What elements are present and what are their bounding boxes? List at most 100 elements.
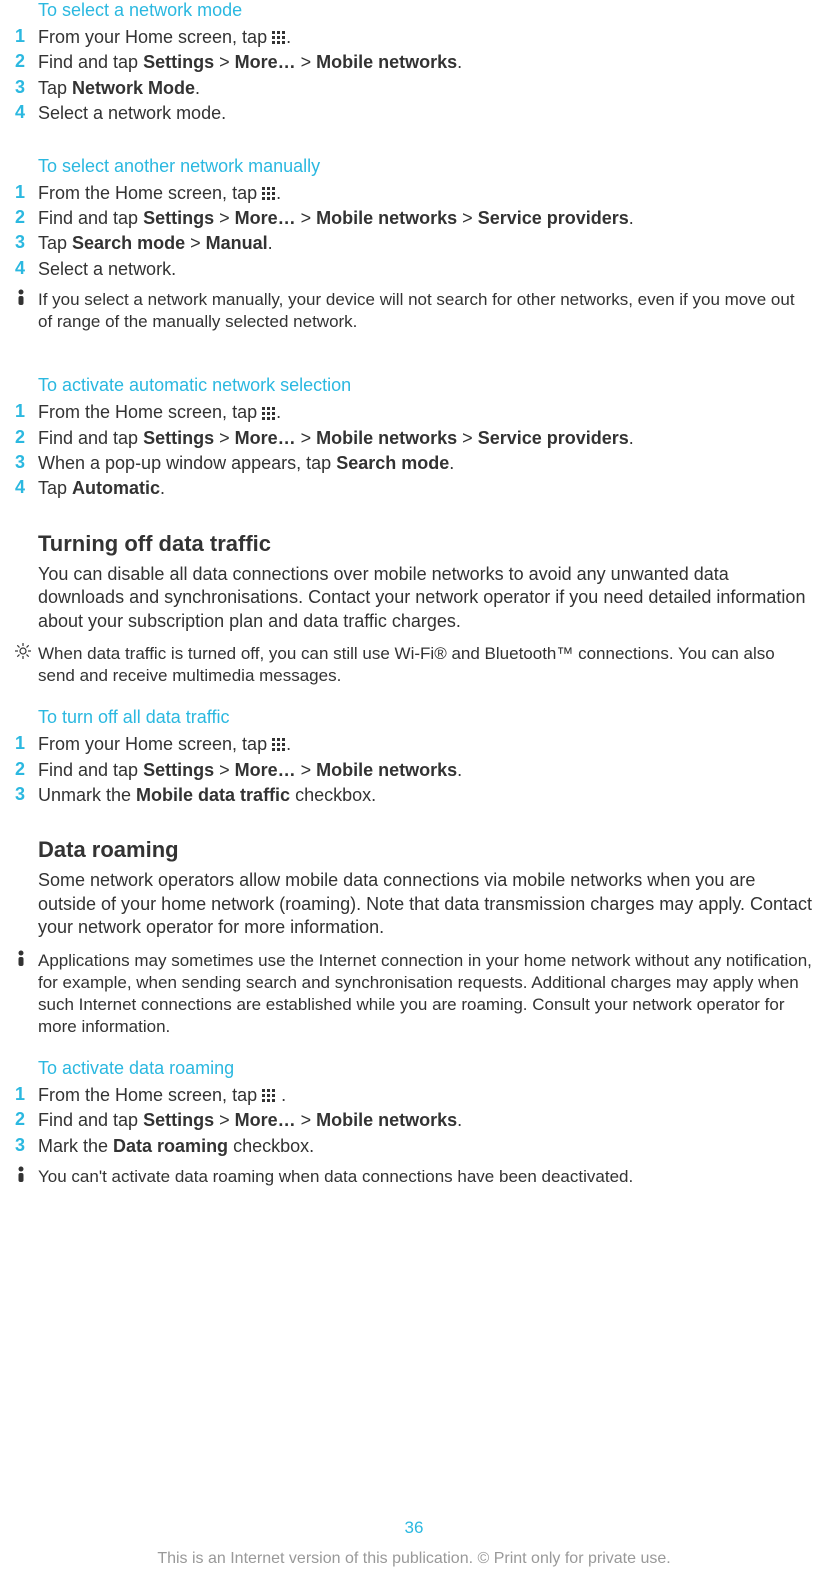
step-text: Mark the Data roaming checkbox. [38, 1135, 813, 1158]
text: > [214, 208, 235, 228]
text: > [214, 760, 235, 780]
warning-note: If you select a network manually, your d… [15, 289, 813, 333]
paragraph: Some network operators allow mobile data… [38, 869, 813, 939]
bold-text: Network Mode [72, 78, 195, 98]
text: . [286, 27, 291, 47]
step-text: Find and tap Settings > More… > Mobile n… [38, 427, 813, 450]
step-row: 3 Tap Network Mode. [15, 77, 813, 100]
step-number: 3 [15, 784, 38, 807]
text: > [214, 1110, 235, 1130]
apps-grid-icon [272, 738, 286, 752]
tip-note: When data traffic is turned off, you can… [15, 643, 813, 687]
bold-text: Automatic [72, 478, 160, 498]
text: . [457, 760, 462, 780]
apps-grid-icon [262, 407, 276, 421]
section-title: To activate data roaming [38, 1058, 813, 1079]
section-title: To select another network manually [38, 156, 813, 177]
apps-grid-icon [272, 31, 286, 45]
text: . [276, 402, 281, 422]
bold-text: Search mode [72, 233, 185, 253]
step-text: Unmark the Mobile data traffic checkbox. [38, 784, 813, 807]
text: Find and tap [38, 208, 143, 228]
bold-text: More… [235, 760, 296, 780]
text: From the Home screen, tap [38, 1085, 262, 1105]
heading: Turning off data traffic [38, 531, 813, 557]
text: > [296, 208, 317, 228]
warning-icon [15, 950, 38, 1038]
text: Tap [38, 233, 72, 253]
heading: Data roaming [38, 837, 813, 863]
bold-text: Settings [143, 428, 214, 448]
bold-text: More… [235, 208, 296, 228]
step-number: 1 [15, 1084, 38, 1107]
step-number: 2 [15, 1109, 38, 1132]
step-row: 4 Tap Automatic. [15, 477, 813, 500]
step-text: Select a network. [38, 258, 813, 281]
step-number: 3 [15, 452, 38, 475]
text: . [457, 1110, 462, 1130]
text: . [629, 428, 634, 448]
step-text: From your Home screen, tap . [38, 26, 813, 49]
text: . [629, 208, 634, 228]
step-number: 1 [15, 401, 38, 424]
text: . [268, 233, 273, 253]
text: > [296, 428, 317, 448]
text: From your Home screen, tap [38, 27, 272, 47]
bold-text: Mobile networks [316, 208, 457, 228]
step-number: 4 [15, 258, 38, 281]
apps-grid-icon [262, 1089, 276, 1103]
apps-grid-icon [262, 187, 276, 201]
step-row: 3 When a pop-up window appears, tap Sear… [15, 452, 813, 475]
text: From the Home screen, tap [38, 402, 262, 422]
step-row: 2 Find and tap Settings > More… > Mobile… [15, 1109, 813, 1132]
step-number: 4 [15, 102, 38, 125]
step-row: 1 From your Home screen, tap . [15, 26, 813, 49]
step-row: 3 Tap Search mode > Manual. [15, 232, 813, 255]
text: > [214, 428, 235, 448]
step-text: Tap Search mode > Manual. [38, 232, 813, 255]
step-row: 2 Find and tap Settings > More… > Mobile… [15, 427, 813, 450]
tip-icon [15, 643, 38, 687]
step-number: 3 [15, 1135, 38, 1158]
text: From your Home screen, tap [38, 734, 272, 754]
section-title: To turn off all data traffic [38, 707, 813, 728]
step-number: 2 [15, 207, 38, 230]
text: > [296, 1110, 317, 1130]
step-row: 2 Find and tap Settings > More… > Mobile… [15, 51, 813, 74]
paragraph: You can disable all data connections ove… [38, 563, 813, 633]
bold-text: Settings [143, 760, 214, 780]
step-text: Find and tap Settings > More… > Mobile n… [38, 207, 813, 230]
text: . [276, 1085, 286, 1105]
step-number: 1 [15, 182, 38, 205]
page-number: 36 [0, 1518, 828, 1538]
text: > [185, 233, 206, 253]
bold-text: Settings [143, 208, 214, 228]
text: Mark the [38, 1136, 113, 1156]
step-text: When a pop-up window appears, tap Search… [38, 452, 813, 475]
bold-text: Settings [143, 52, 214, 72]
bold-text: Service providers [478, 428, 629, 448]
step-text: From the Home screen, tap . [38, 401, 813, 424]
step-text: From the Home screen, tap . [38, 182, 813, 205]
step-text: Tap Network Mode. [38, 77, 813, 100]
bold-text: Search mode [336, 453, 449, 473]
text: Unmark the [38, 785, 136, 805]
bold-text: Service providers [478, 208, 629, 228]
step-row: 3 Unmark the Mobile data traffic checkbo… [15, 784, 813, 807]
bold-text: More… [235, 428, 296, 448]
step-row: 4 Select a network. [15, 258, 813, 281]
step-row: 3 Mark the Data roaming checkbox. [15, 1135, 813, 1158]
warning-icon [15, 289, 38, 333]
bold-text: Data roaming [113, 1136, 228, 1156]
section-title: To activate automatic network selection [38, 375, 813, 396]
bold-text: Settings [143, 1110, 214, 1130]
text: > [457, 428, 478, 448]
step-number: 1 [15, 733, 38, 756]
text: checkbox. [290, 785, 376, 805]
text: . [276, 183, 281, 203]
text: . [286, 734, 291, 754]
step-number: 3 [15, 232, 38, 255]
footer-text: This is an Internet version of this publ… [0, 1550, 828, 1568]
step-number: 2 [15, 427, 38, 450]
step-row: 1 From your Home screen, tap . [15, 733, 813, 756]
